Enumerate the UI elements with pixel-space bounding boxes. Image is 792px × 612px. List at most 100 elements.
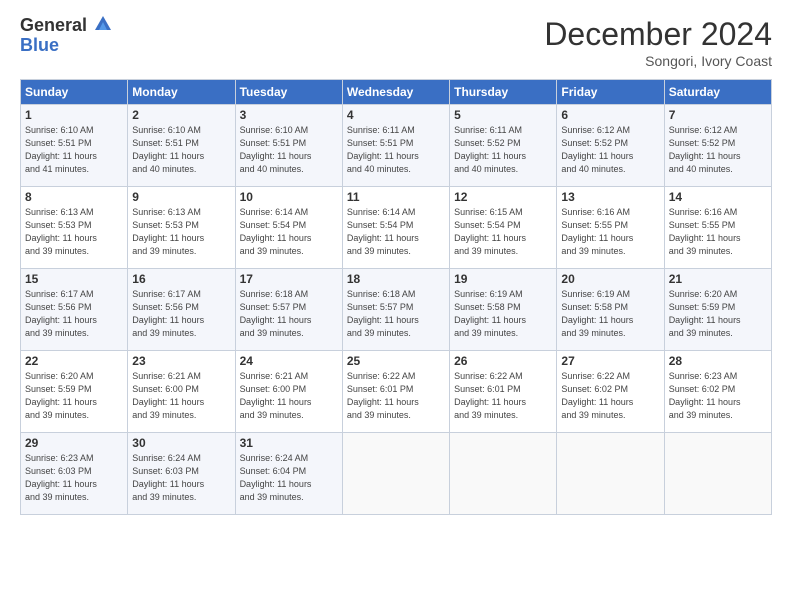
page: General Blue December 2024 Songori, Ivor…	[0, 0, 792, 612]
day-info: Sunrise: 6:12 AMSunset: 5:52 PMDaylight:…	[561, 124, 659, 176]
calendar-cell: 3 Sunrise: 6:10 AMSunset: 5:51 PMDaylight…	[235, 105, 342, 187]
calendar-header-row: SundayMondayTuesdayWednesdayThursdayFrid…	[21, 80, 772, 105]
calendar-cell: 14Sunrise: 6:16 AMSunset: 5:55 PMDayligh…	[664, 187, 771, 269]
day-number: 5	[454, 108, 552, 122]
calendar-cell: 29 Sunrise: 6:23 AMSunset: 6:03 PMDayligh…	[21, 433, 128, 515]
day-number: 17	[240, 272, 338, 286]
day-info: Sunrise: 6:20 AMSunset: 5:59 PMDaylight:…	[669, 288, 767, 340]
day-info: Sunrise: 6:22 AMSunset: 6:01 PMDaylight:…	[454, 370, 552, 422]
calendar-cell: 31 Sunrise: 6:24 AMSunset: 6:04 PMDayligh…	[235, 433, 342, 515]
calendar-cell: 24 Sunrise: 6:21 AMSunset: 6:00 PMDayligh…	[235, 351, 342, 433]
calendar-cell: 6 Sunrise: 6:12 AMSunset: 5:52 PMDaylight…	[557, 105, 664, 187]
day-number: 13	[561, 190, 659, 204]
day-number: 8	[25, 190, 123, 204]
calendar-cell: 25 Sunrise: 6:22 AMSunset: 6:01 PMDayligh…	[342, 351, 449, 433]
day-number: 24	[240, 354, 338, 368]
logo-icon	[91, 12, 115, 36]
calendar-cell: 5 Sunrise: 6:11 AMSunset: 5:52 PMDaylight…	[450, 105, 557, 187]
day-info: Sunrise: 6:10 AMSunset: 5:51 PMDaylight:…	[132, 124, 230, 176]
day-number: 3	[240, 108, 338, 122]
day-number: 22	[25, 354, 123, 368]
day-info: Sunrise: 6:10 AMSunset: 5:51 PMDaylight:…	[240, 124, 338, 176]
calendar-cell: 17 Sunrise: 6:18 AMSunset: 5:57 PMDayligh…	[235, 269, 342, 351]
day-info: Sunrise: 6:23 AMSunset: 6:02 PMDaylight:…	[669, 370, 767, 422]
day-header-sunday: Sunday	[21, 80, 128, 105]
day-number: 27	[561, 354, 659, 368]
day-info: Sunrise: 6:12 AMSunset: 5:52 PMDaylight:…	[669, 124, 767, 176]
calendar-cell: 4 Sunrise: 6:11 AMSunset: 5:51 PMDaylight…	[342, 105, 449, 187]
day-info: Sunrise: 6:17 AMSunset: 5:56 PMDaylight:…	[132, 288, 230, 340]
month-title: December 2024	[544, 16, 772, 53]
day-info: Sunrise: 6:22 AMSunset: 6:01 PMDaylight:…	[347, 370, 445, 422]
day-info: Sunrise: 6:21 AMSunset: 6:00 PMDaylight:…	[132, 370, 230, 422]
day-number: 25	[347, 354, 445, 368]
day-number: 10	[240, 190, 338, 204]
day-number: 6	[561, 108, 659, 122]
calendar-cell: 27 Sunrise: 6:22 AMSunset: 6:02 PMDayligh…	[557, 351, 664, 433]
day-header-friday: Friday	[557, 80, 664, 105]
calendar-cell: 13 Sunrise: 6:16 AMSunset: 5:55 PMDayligh…	[557, 187, 664, 269]
calendar-week-4: 22 Sunrise: 6:20 AMSunset: 5:59 PMDayligh…	[21, 351, 772, 433]
day-number: 29	[25, 436, 123, 450]
calendar-cell: 16Sunrise: 6:17 AMSunset: 5:56 PMDayligh…	[128, 269, 235, 351]
calendar-cell	[450, 433, 557, 515]
day-info: Sunrise: 6:24 AMSunset: 6:04 PMDaylight:…	[240, 452, 338, 504]
calendar-week-5: 29 Sunrise: 6:23 AMSunset: 6:03 PMDayligh…	[21, 433, 772, 515]
calendar-week-2: 8 Sunrise: 6:13 AMSunset: 5:53 PMDaylight…	[21, 187, 772, 269]
day-number: 28	[669, 354, 767, 368]
day-info: Sunrise: 6:23 AMSunset: 6:03 PMDaylight:…	[25, 452, 123, 504]
calendar-cell: 18Sunrise: 6:18 AMSunset: 5:57 PMDayligh…	[342, 269, 449, 351]
calendar-cell: 2 Sunrise: 6:10 AMSunset: 5:51 PMDaylight…	[128, 105, 235, 187]
day-info: Sunrise: 6:20 AMSunset: 5:59 PMDaylight:…	[25, 370, 123, 422]
calendar-cell	[664, 433, 771, 515]
day-info: Sunrise: 6:13 AMSunset: 5:53 PMDaylight:…	[25, 206, 123, 258]
calendar-table: SundayMondayTuesdayWednesdayThursdayFrid…	[20, 79, 772, 515]
calendar-cell: 12Sunrise: 6:15 AMSunset: 5:54 PMDayligh…	[450, 187, 557, 269]
day-info: Sunrise: 6:22 AMSunset: 6:02 PMDaylight:…	[561, 370, 659, 422]
day-info: Sunrise: 6:14 AMSunset: 5:54 PMDaylight:…	[240, 206, 338, 258]
day-number: 15	[25, 272, 123, 286]
calendar-cell	[342, 433, 449, 515]
day-number: 20	[561, 272, 659, 286]
day-number: 31	[240, 436, 338, 450]
day-info: Sunrise: 6:24 AMSunset: 6:03 PMDaylight:…	[132, 452, 230, 504]
logo: General Blue	[20, 16, 115, 56]
day-number: 12	[454, 190, 552, 204]
day-number: 11	[347, 190, 445, 204]
calendar-cell: 21 Sunrise: 6:20 AMSunset: 5:59 PMDayligh…	[664, 269, 771, 351]
title-block: December 2024 Songori, Ivory Coast	[544, 16, 772, 69]
logo-blue: Blue	[20, 36, 115, 56]
calendar-cell: 26 Sunrise: 6:22 AMSunset: 6:01 PMDayligh…	[450, 351, 557, 433]
day-info: Sunrise: 6:11 AMSunset: 5:52 PMDaylight:…	[454, 124, 552, 176]
day-info: Sunrise: 6:11 AMSunset: 5:51 PMDaylight:…	[347, 124, 445, 176]
day-info: Sunrise: 6:16 AMSunset: 5:55 PMDaylight:…	[561, 206, 659, 258]
calendar-cell: 15 Sunrise: 6:17 AMSunset: 5:56 PMDayligh…	[21, 269, 128, 351]
day-info: Sunrise: 6:16 AMSunset: 5:55 PMDaylight:…	[669, 206, 767, 258]
day-header-saturday: Saturday	[664, 80, 771, 105]
day-info: Sunrise: 6:17 AMSunset: 5:56 PMDaylight:…	[25, 288, 123, 340]
day-info: Sunrise: 6:21 AMSunset: 6:00 PMDaylight:…	[240, 370, 338, 422]
day-number: 4	[347, 108, 445, 122]
calendar-cell: 28 Sunrise: 6:23 AMSunset: 6:02 PMDayligh…	[664, 351, 771, 433]
calendar-cell: 20Sunrise: 6:19 AMSunset: 5:58 PMDayligh…	[557, 269, 664, 351]
location-subtitle: Songori, Ivory Coast	[544, 53, 772, 69]
calendar-cell: 9Sunrise: 6:13 AMSunset: 5:53 PMDaylight…	[128, 187, 235, 269]
day-number: 23	[132, 354, 230, 368]
day-number: 19	[454, 272, 552, 286]
day-header-thursday: Thursday	[450, 80, 557, 105]
calendar-week-3: 15 Sunrise: 6:17 AMSunset: 5:56 PMDayligh…	[21, 269, 772, 351]
day-number: 2	[132, 108, 230, 122]
day-info: Sunrise: 6:19 AMSunset: 5:58 PMDaylight:…	[454, 288, 552, 340]
day-header-monday: Monday	[128, 80, 235, 105]
calendar-cell: 30Sunrise: 6:24 AMSunset: 6:03 PMDayligh…	[128, 433, 235, 515]
day-info: Sunrise: 6:18 AMSunset: 5:57 PMDaylight:…	[240, 288, 338, 340]
calendar-week-1: 1Sunrise: 6:10 AMSunset: 5:51 PMDaylight…	[21, 105, 772, 187]
day-number: 26	[454, 354, 552, 368]
calendar-cell: 7Sunrise: 6:12 AMSunset: 5:52 PMDaylight…	[664, 105, 771, 187]
calendar-cell: 1Sunrise: 6:10 AMSunset: 5:51 PMDaylight…	[21, 105, 128, 187]
calendar-cell: 23 Sunrise: 6:21 AMSunset: 6:00 PMDayligh…	[128, 351, 235, 433]
day-number: 21	[669, 272, 767, 286]
day-header-wednesday: Wednesday	[342, 80, 449, 105]
day-info: Sunrise: 6:13 AMSunset: 5:53 PMDaylight:…	[132, 206, 230, 258]
logo-general: General	[20, 16, 87, 36]
